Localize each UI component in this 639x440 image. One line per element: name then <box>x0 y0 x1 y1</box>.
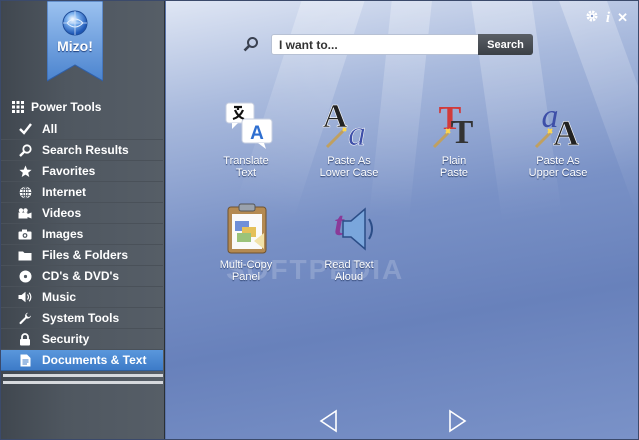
arrow-left-icon <box>319 409 337 433</box>
sidebar-item-images[interactable]: Images <box>1 224 163 245</box>
svg-text:a: a <box>348 113 366 151</box>
sidebar-divider <box>3 374 163 377</box>
grid-icon <box>11 100 25 113</box>
sidebar-item-label: Internet <box>42 185 87 199</box>
sidebar-item-files-folders[interactable]: Files & Folders <box>1 245 163 266</box>
mizo-window: Mizo! Power Tools All Search Results Fav… <box>0 0 639 440</box>
sidebar-item-music[interactable]: Music <box>1 287 163 308</box>
settings-button[interactable] <box>585 9 599 27</box>
tool-label-line1: Paste As <box>327 155 371 167</box>
gear-icon <box>586 10 598 22</box>
tool-label-line1: Translate <box>223 155 269 167</box>
sidebar-item-label: Search Results <box>42 143 129 157</box>
lock-icon <box>17 332 33 346</box>
sidebar-item-internet[interactable]: Internet <box>1 182 163 203</box>
check-icon <box>17 123 33 135</box>
sidebar: Mizo! Power Tools All Search Results Fav… <box>1 1 165 439</box>
sidebar-item-videos[interactable]: Videos <box>1 203 163 224</box>
tool-label-line1: Paste As <box>536 155 580 167</box>
sidebar-item-label: Files & Folders <box>42 248 129 262</box>
disc-icon <box>17 270 33 283</box>
watermark: SOFTPEDIA <box>226 254 405 285</box>
sidebar-item-system-tools[interactable]: System Tools <box>1 308 163 329</box>
sidebar-item-all[interactable]: All <box>1 119 163 140</box>
svg-text:A: A <box>553 113 579 151</box>
sidebar-item-favorites[interactable]: Favorites <box>1 161 163 182</box>
sidebar-item-label: System Tools <box>42 311 120 325</box>
wrench-icon <box>17 312 33 325</box>
tool-label-line2: Paste <box>439 167 469 179</box>
clipboard-icon <box>216 203 276 255</box>
sidebar-item-label: All <box>42 122 58 136</box>
speaker-icon <box>17 291 33 303</box>
svg-text:T: T <box>451 114 474 151</box>
sidebar-item-cds-dvds[interactable]: CD's & DVD's <box>1 266 163 287</box>
tool-label-line1: Plain <box>441 155 467 167</box>
mizo-logo[interactable]: Mizo! <box>47 1 103 83</box>
main-panel: i ✕ Search A Translate Text <box>166 1 638 439</box>
previous-page-button[interactable] <box>318 409 340 433</box>
tool-translate-text[interactable]: A Translate Text <box>204 99 288 179</box>
video-camera-icon <box>17 207 33 219</box>
sidebar-item-label: Videos <box>42 206 82 220</box>
sidebar-item-label: CD's & DVD's <box>42 269 120 283</box>
translate-icon: A <box>216 99 276 151</box>
search-button[interactable]: Search <box>478 34 533 55</box>
arrow-right-icon <box>449 409 467 433</box>
info-button[interactable]: i <box>606 10 610 26</box>
plain-paste-icon: T T <box>424 99 484 151</box>
tool-label-line2: Upper Case <box>528 167 588 179</box>
document-icon <box>17 354 33 367</box>
sidebar-item-label: Security <box>42 332 90 346</box>
sidebar-item-security[interactable]: Security <box>1 329 163 350</box>
star-icon <box>17 165 33 178</box>
search-icon <box>17 143 33 157</box>
search-box: Search <box>271 34 533 55</box>
globe-icon <box>17 185 33 199</box>
window-controls: i ✕ <box>585 9 628 27</box>
sidebar-item-label: Music <box>42 290 77 304</box>
sidebar-divider <box>3 381 163 384</box>
sidebar-item-label: Images <box>42 227 84 241</box>
read-aloud-icon: t <box>319 203 379 255</box>
paste-upper-case-icon: a A <box>528 98 588 153</box>
sidebar-item-search-results[interactable]: Search Results <box>1 140 163 161</box>
tool-plain-paste[interactable]: T T Plain Paste <box>412 99 496 179</box>
power-tools-label: Power Tools <box>31 99 102 114</box>
power-tools-header[interactable]: Power Tools <box>1 96 165 117</box>
search-icon <box>243 36 259 52</box>
close-button[interactable]: ✕ <box>617 10 628 26</box>
tool-paste-upper-case[interactable]: a A Paste As Upper Case <box>516 98 600 179</box>
tool-paste-lower-case[interactable]: A a Paste As Lower Case <box>307 98 391 179</box>
paste-lower-case-icon: A a <box>319 98 379 154</box>
next-page-button[interactable] <box>446 409 468 433</box>
sidebar-item-label: Favorites <box>42 164 96 178</box>
tool-label-line2: Text <box>235 167 257 179</box>
sidebar-item-documents-text[interactable]: Documents & Text <box>1 350 163 371</box>
logo-text: Mizo! <box>57 38 93 54</box>
sidebar-item-label: Documents & Text <box>42 353 147 367</box>
tool-label-line2: Lower Case <box>319 167 379 179</box>
folder-icon <box>17 250 33 261</box>
camera-icon <box>17 229 33 240</box>
svg-text:A: A <box>250 123 264 144</box>
search-input[interactable] <box>272 37 472 52</box>
